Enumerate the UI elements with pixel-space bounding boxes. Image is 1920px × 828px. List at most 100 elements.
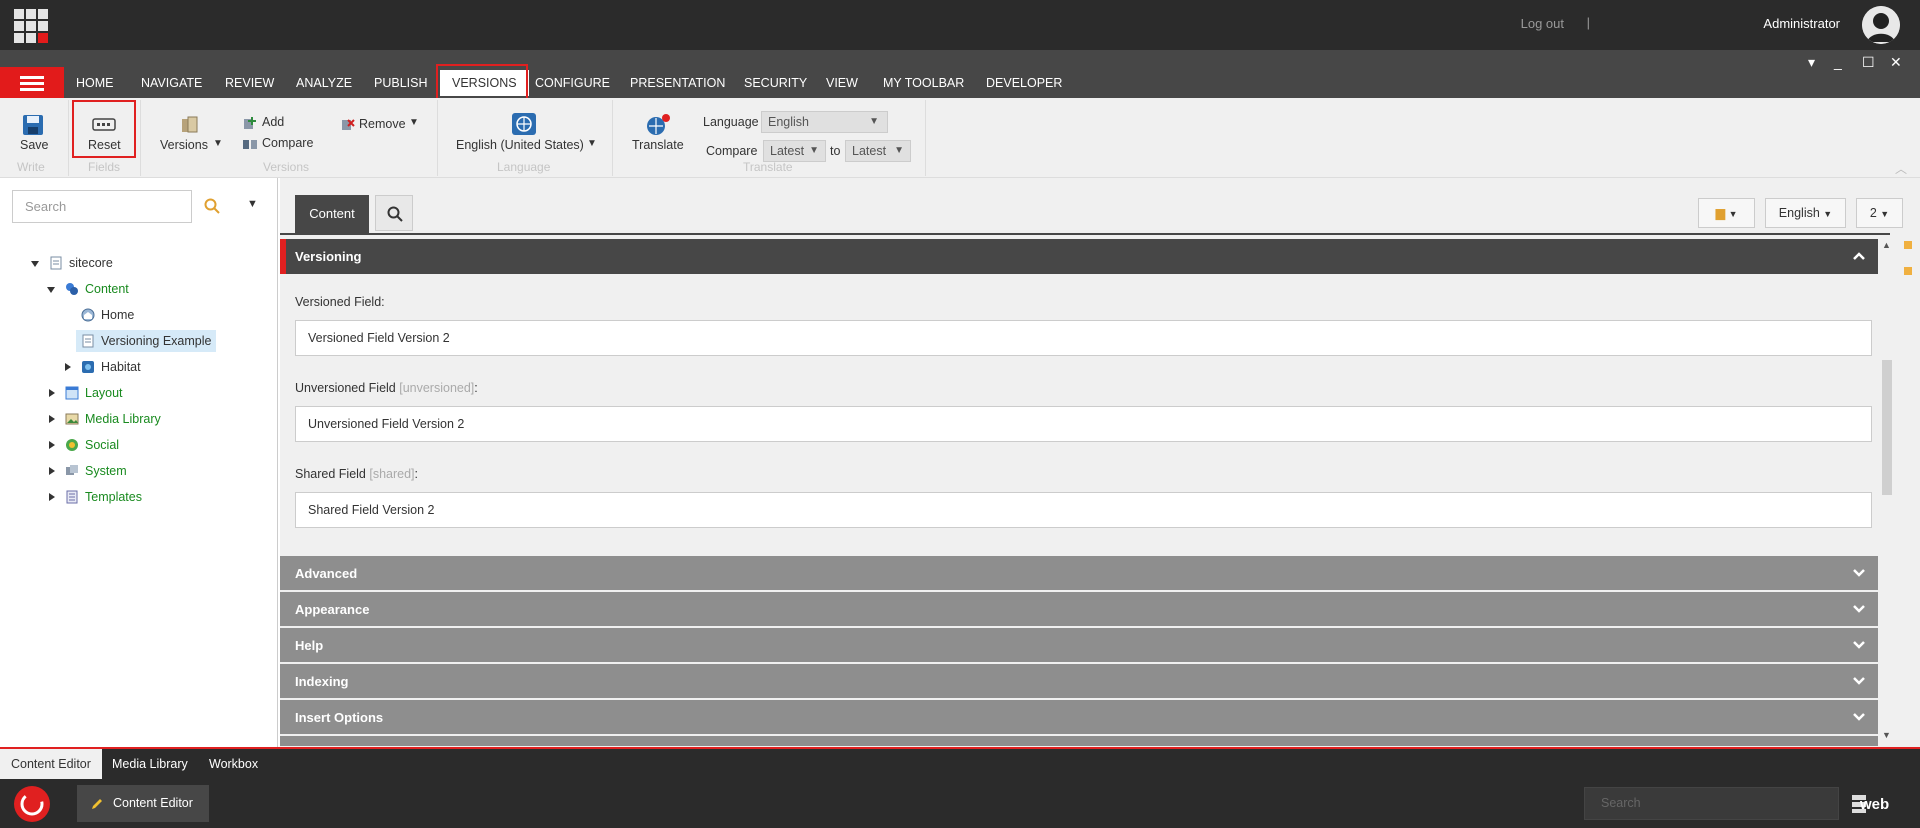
top-bar (0, 0, 1920, 50)
language-dropdown-icon[interactable]: ▼ (587, 138, 597, 149)
globe-icon[interactable] (512, 113, 536, 138)
collapse-toggle-icon[interactable] (47, 287, 55, 293)
add-version-button[interactable]: Add (262, 115, 284, 129)
reset-button[interactable]: Reset (88, 138, 121, 152)
compare-to-select[interactable]: Latest ▼ (845, 140, 911, 162)
section-appearance-header[interactable]: Appearance (280, 592, 1878, 627)
tree-item-system[interactable]: System (85, 464, 127, 478)
logout-link[interactable]: Log out (1521, 16, 1564, 31)
scrollbar-thumb[interactable] (1882, 360, 1892, 495)
validation-marker[interactable] (1904, 267, 1912, 275)
version-selector-value: 2 (1869, 206, 1877, 220)
search-options-dropdown-icon[interactable]: ▼ (247, 198, 258, 210)
scroll-up-icon[interactable]: ▲ (1882, 240, 1891, 250)
section-help-header[interactable]: Help (280, 628, 1878, 663)
reset-fields-icon[interactable] (92, 117, 116, 136)
collapse-ribbon-icon[interactable]: ︿ (1895, 160, 1907, 177)
remove-version-icon[interactable] (341, 117, 355, 134)
chevron-down-icon: ▼ (1823, 209, 1833, 219)
tree-item-sitecore[interactable]: sitecore (69, 256, 113, 270)
expand-toggle-icon[interactable] (49, 389, 55, 397)
tab-home[interactable]: HOME (70, 70, 120, 96)
search-icon[interactable] (204, 198, 220, 217)
launchpad-icon[interactable] (14, 9, 48, 43)
section-insert-options-header[interactable]: Insert Options (280, 700, 1878, 735)
tab-navigate[interactable]: NAVIGATE (135, 70, 208, 96)
taskbar-content-editor[interactable]: Content Editor (77, 785, 209, 822)
tab-developer[interactable]: DEVELOPER (980, 70, 1068, 96)
section-title: Advanced (295, 566, 358, 581)
field-options-button[interactable]: ▆ ▼ (1698, 198, 1755, 228)
versions-dropdown-icon[interactable]: ▼ (213, 138, 223, 149)
ribbon-dropdown-icon[interactable]: ▾ (1808, 54, 1815, 71)
pencil-icon (92, 799, 102, 809)
expand-toggle-icon[interactable] (65, 363, 71, 371)
user-name[interactable]: Administrator (1763, 16, 1840, 31)
add-version-icon[interactable] (243, 116, 257, 133)
tree-item-media-library[interactable]: Media Library (85, 412, 161, 426)
remove-version-button[interactable]: Remove (359, 117, 406, 131)
compare-icon[interactable] (243, 137, 257, 154)
section-advanced-header[interactable]: Advanced (280, 556, 1878, 591)
version-selector-button[interactable]: 2 ▼ (1856, 198, 1903, 228)
close-icon[interactable]: ✕ (1890, 54, 1902, 71)
compare-from-select[interactable]: Latest ▼ (763, 140, 826, 162)
expand-toggle-icon[interactable] (49, 467, 55, 475)
expand-toggle-icon[interactable] (49, 415, 55, 423)
ribbon-divider (140, 100, 141, 176)
tree-item-social[interactable]: Social (85, 438, 119, 452)
social-icon (65, 438, 79, 452)
section-versioning-header[interactable]: Versioning (280, 239, 1878, 274)
remove-dropdown-icon[interactable]: ▼ (409, 117, 419, 128)
tab-security[interactable]: SECURITY (738, 70, 813, 96)
collapse-toggle-icon[interactable] (31, 261, 39, 267)
versions-icon[interactable] (180, 116, 200, 137)
tab-presentation[interactable]: PRESENTATION (624, 70, 731, 96)
tree-item-layout[interactable]: Layout (85, 386, 123, 400)
tab-my-toolbar[interactable]: MY TOOLBAR (877, 70, 970, 96)
sitecore-logo-icon[interactable] (14, 786, 50, 822)
tab-configure[interactable]: CONFIGURE (529, 70, 616, 96)
taskbar-search-input[interactable]: Search (1584, 787, 1839, 820)
expand-toggle-icon[interactable] (49, 493, 55, 501)
maximize-icon[interactable]: ☐ (1862, 54, 1875, 71)
tab-publish[interactable]: PUBLISH (368, 70, 434, 96)
expand-toggle-icon[interactable] (49, 441, 55, 449)
language-selector-button[interactable]: English ▼ (1765, 198, 1846, 228)
bottom-tab-workbox[interactable]: Workbox (198, 749, 269, 779)
tree-item-home[interactable]: Home (101, 308, 134, 322)
group-label-write: Write (17, 160, 45, 174)
tab-view[interactable]: VIEW (820, 70, 864, 96)
shared-field-input[interactable]: Shared Field Version 2 (295, 492, 1872, 528)
chevron-down-icon (1853, 569, 1865, 577)
save-button[interactable]: Save (20, 138, 49, 152)
minimize-icon[interactable]: _ (1834, 54, 1842, 70)
tree-item-templates[interactable]: Templates (85, 490, 142, 504)
translate-language-select[interactable]: English ▼ (761, 111, 888, 133)
tab-content[interactable]: Content (295, 195, 369, 233)
bottom-tab-content-editor[interactable]: Content Editor (0, 749, 102, 779)
tree-item-content[interactable]: Content (85, 282, 129, 296)
tab-review[interactable]: REVIEW (219, 70, 280, 96)
tab-search[interactable] (375, 195, 413, 231)
language-button[interactable]: English (United States) (456, 138, 584, 152)
scroll-down-icon[interactable]: ▼ (1882, 730, 1891, 740)
validation-marker[interactable] (1904, 241, 1912, 249)
tab-analyze[interactable]: ANALYZE (290, 70, 358, 96)
translate-button[interactable]: Translate (632, 138, 684, 152)
tree-item-versioning-example[interactable]: Versioning Example (101, 334, 211, 348)
section-indexing-header[interactable]: Indexing (280, 664, 1878, 699)
tree-search-input[interactable]: Search (12, 190, 192, 223)
save-icon[interactable] (22, 114, 44, 139)
versioned-field-input[interactable]: Versioned Field Version 2 (295, 320, 1872, 356)
translate-icon[interactable] (645, 113, 671, 140)
versions-button[interactable]: Versions (160, 138, 208, 152)
avatar[interactable] (1862, 6, 1900, 44)
tree-item-habitat[interactable]: Habitat (101, 360, 141, 374)
group-label-versions: Versions (263, 160, 310, 174)
unversioned-field-input[interactable]: Unversioned Field Version 2 (295, 406, 1872, 442)
menu-button[interactable] (0, 67, 64, 98)
database-name[interactable]: web (1860, 796, 1889, 813)
compare-button[interactable]: Compare (262, 136, 313, 150)
bottom-tab-media-library[interactable]: Media Library (101, 749, 199, 779)
